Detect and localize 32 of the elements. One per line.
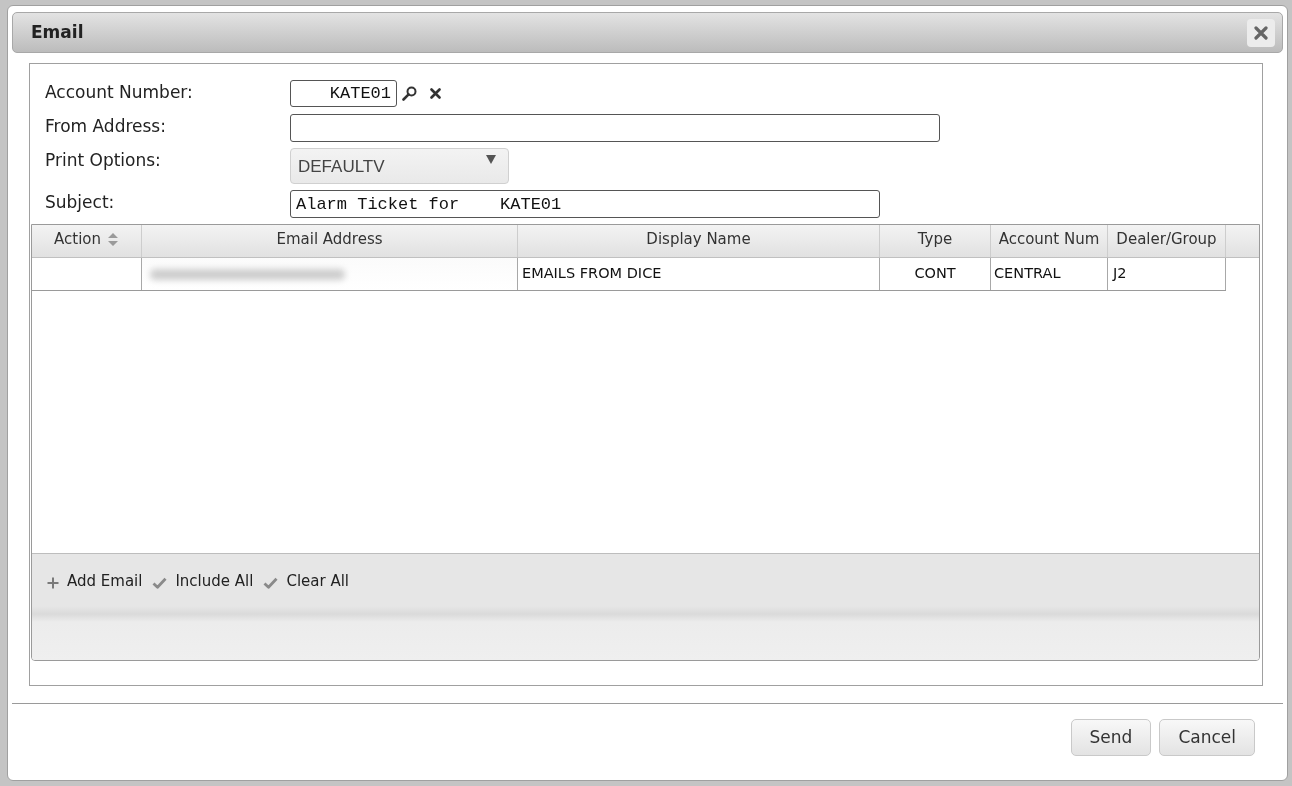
dropdown[interactable]: DEFAULTV [290,148,509,184]
table-cell-text: EMAILS FROM DICE [522,264,662,284]
caret-icon [486,155,496,164]
column-header: Account Num [998,229,1100,251]
column-header: Dealer/Group [1116,229,1217,251]
toolbar-button[interactable]: Include All [152,570,254,593]
field-label: Account Number: [45,82,193,102]
toolbar-button[interactable]: Clear All [263,570,349,593]
search-icon[interactable] [402,86,417,101]
check-icon [152,577,168,590]
column-header[interactable]: Action [54,228,101,251]
clear-icon[interactable] [430,88,441,99]
column-header: Type [917,229,953,251]
dialog-button[interactable]: Send [1070,719,1152,756]
dialog-button[interactable]: Cancel [1159,719,1255,756]
column-header: Email Address [276,229,383,251]
table-cell-text: J2 [1113,264,1127,284]
column-header: Display Name [646,229,751,251]
input-field[interactable] [290,114,940,142]
close-button[interactable] [1247,18,1275,47]
toolbar-button[interactable]: Add Email [47,570,143,593]
table-cell-text: CENTRAL [994,264,1061,284]
field-label: From Address: [45,116,166,136]
window-title: Email [31,20,84,44]
plus-icon [47,577,59,590]
check-icon [263,577,279,590]
close-icon [1254,25,1268,40]
table-cell-text: CONT [914,264,956,284]
input-field[interactable]: Alarm Ticket for KATE01 [290,190,880,218]
field-label: Subject: [45,192,115,212]
input-field[interactable]: KATE01 [290,80,397,107]
field-label: Print Options: [45,150,161,170]
